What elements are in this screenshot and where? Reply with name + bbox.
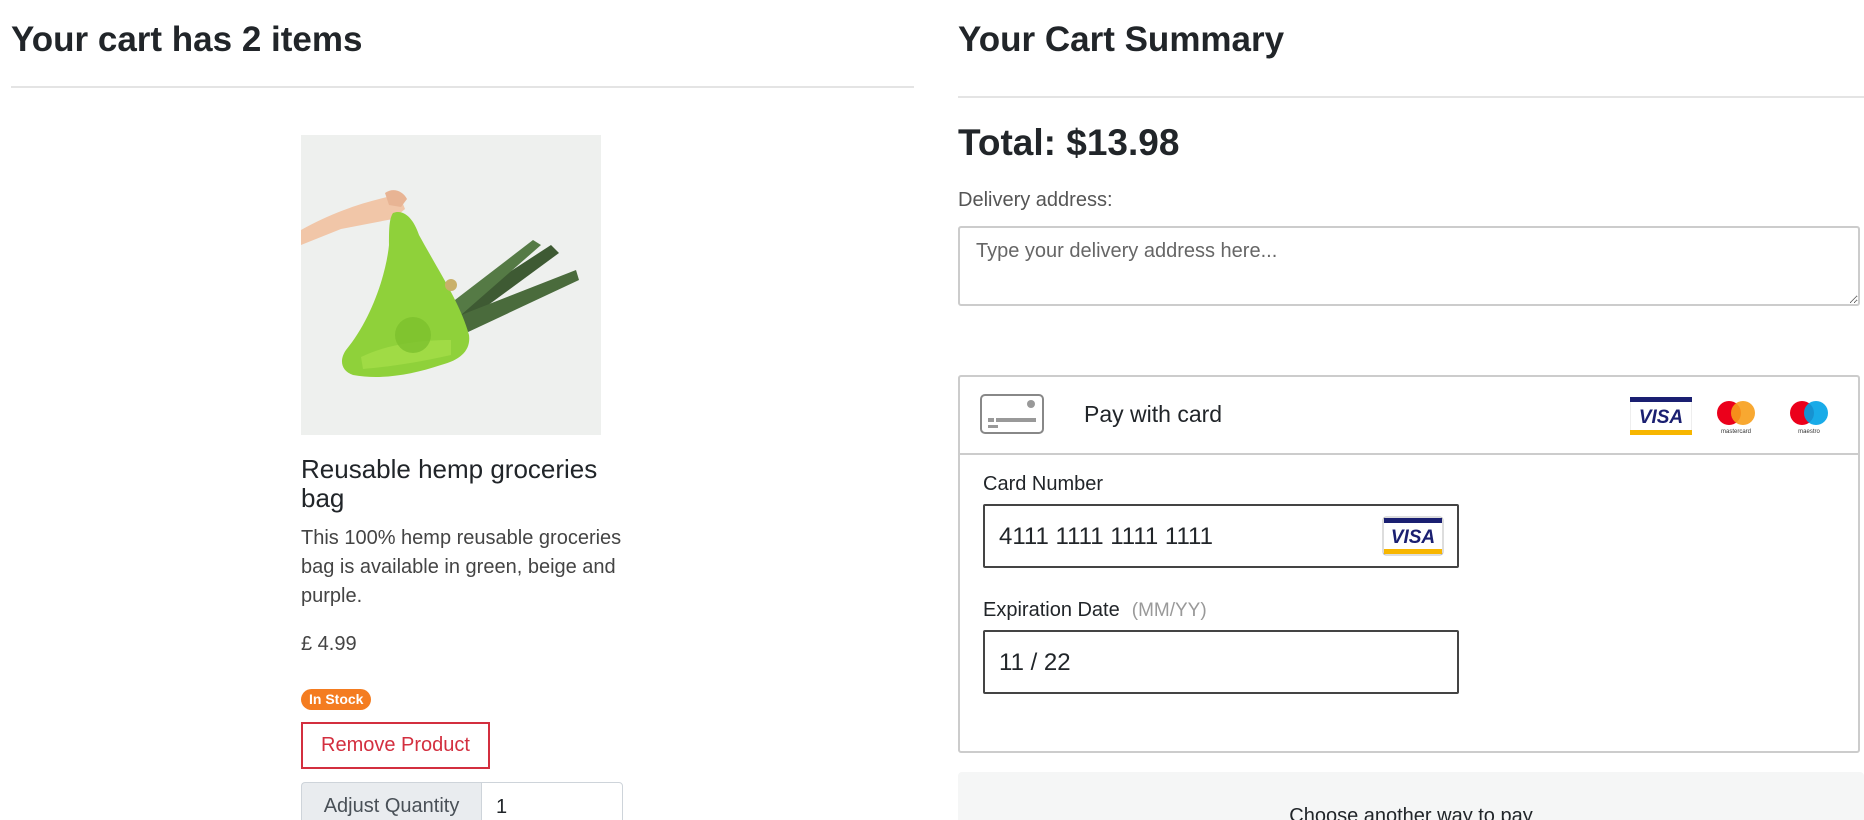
quantity-input[interactable]: [481, 782, 623, 820]
expiration-format-hint: (MM/YY): [1131, 600, 1207, 621]
stock-badge: In Stock: [301, 689, 372, 710]
quantity-group: Adjust Quantity: [301, 782, 623, 820]
svg-text:VISA: VISA: [1639, 407, 1683, 428]
summary-title: Your Cart Summary: [958, 20, 1285, 59]
expiration-date-label: Expiration Date (MM/YY): [983, 599, 1207, 621]
delivery-address-input[interactable]: [958, 226, 1860, 306]
pay-with-card-header[interactable]: Pay with card VISA mastercard maestro: [960, 377, 1858, 455]
cart-title: Your cart has 2 items: [11, 20, 363, 59]
checkout-page: Your cart has 2 items Reusable hemp groc…: [0, 0, 1864, 820]
product-name: Reusable hemp groceries bag: [301, 454, 598, 513]
product-image: [301, 135, 601, 435]
mastercard-icon: mastercard: [1713, 399, 1759, 440]
payment-box: Pay with card VISA mastercard maestro Ca…: [958, 375, 1860, 753]
hemp-bag-photo: [301, 135, 601, 435]
remove-product-button[interactable]: Remove Product: [301, 722, 490, 769]
card-number-label: Card Number: [983, 473, 1104, 495]
product-description: This 100% hemp reusable groceries bag is…: [301, 527, 622, 607]
visa-icon: VISA: [1629, 396, 1693, 440]
quantity-label: Adjust Quantity: [301, 782, 481, 820]
card-number-input[interactable]: [997, 516, 1381, 558]
choose-another-payment-button[interactable]: Choose another way to pay: [958, 772, 1864, 820]
svg-text:mastercard: mastercard: [1721, 429, 1751, 435]
cart-divider: [11, 86, 914, 88]
summary-divider: [958, 96, 1864, 98]
card-icon: [980, 394, 1044, 439]
svg-text:VISA: VISA: [1391, 527, 1435, 548]
pay-with-card-label: Pay with card: [1084, 401, 1223, 427]
delivery-address-label: Delivery address:: [958, 189, 1113, 211]
cart-total: Total: $13.98: [958, 122, 1180, 163]
expiration-date-field[interactable]: [983, 630, 1459, 694]
maestro-icon: maestro: [1786, 399, 1832, 440]
card-number-field[interactable]: VISA: [983, 504, 1459, 568]
expiration-date-input[interactable]: [997, 642, 1441, 684]
product-price: £ 4.99: [301, 633, 357, 655]
visa-icon: VISA: [1382, 516, 1444, 561]
svg-text:maestro: maestro: [1798, 429, 1820, 435]
